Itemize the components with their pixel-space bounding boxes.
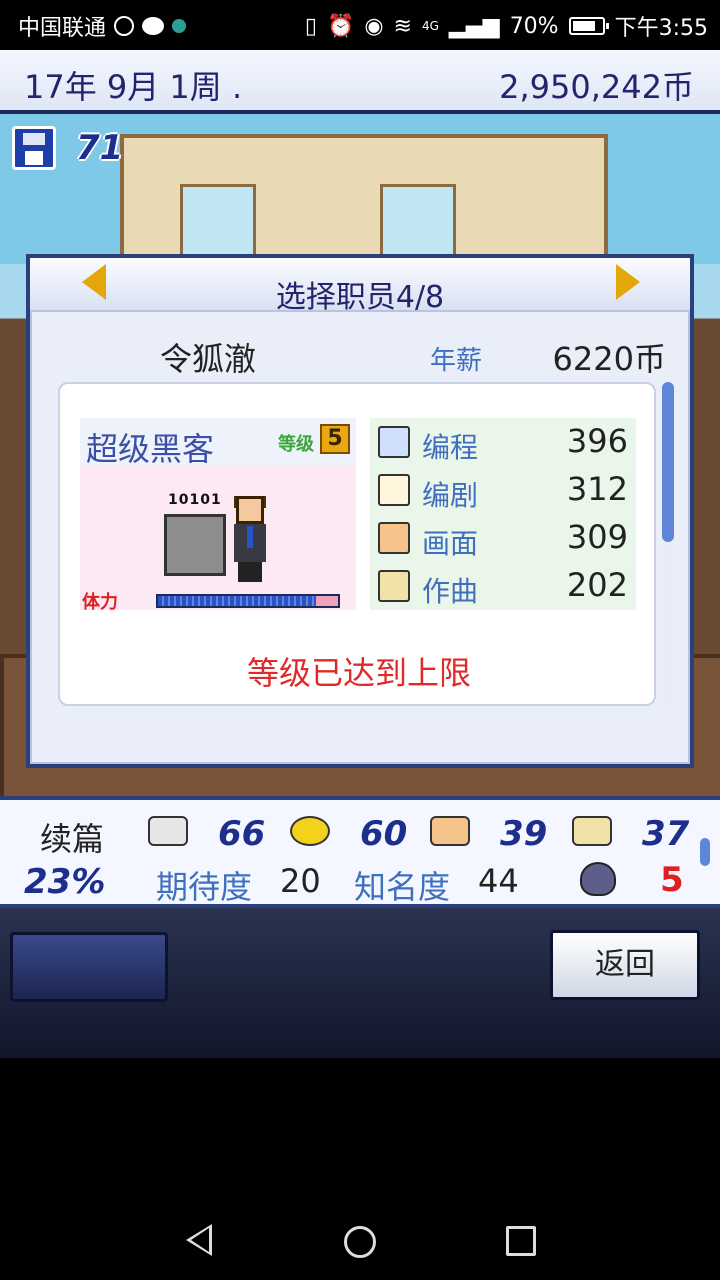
nav-recent-apps-icon[interactable] bbox=[506, 1226, 536, 1256]
stat-row-scenario: 编剧 312 bbox=[370, 466, 636, 514]
salary-value: 6220币 bbox=[552, 340, 666, 378]
stat-label: 画面 bbox=[422, 527, 479, 560]
nav-home-icon[interactable] bbox=[344, 1226, 376, 1258]
fame-value: 44 bbox=[478, 862, 519, 900]
fame-label: 知名度 bbox=[354, 868, 451, 906]
stat-value: 309 bbox=[566, 518, 628, 556]
genre-score-value: 37 bbox=[642, 814, 690, 854]
card-header: 超级黑客 等级 5 bbox=[80, 418, 356, 468]
left-empty-panel bbox=[10, 932, 168, 1002]
sequel-label: 续篇 bbox=[40, 820, 105, 858]
nav-back-icon[interactable] bbox=[186, 1224, 212, 1256]
level-label: 等级 bbox=[278, 434, 314, 455]
alarm-icon: ⏰ bbox=[326, 13, 355, 39]
game-date: 17年 9月 1周 . bbox=[24, 68, 243, 106]
mascot-icon bbox=[580, 862, 616, 896]
gamepad-icon bbox=[148, 816, 188, 846]
genre-score-value: 39 bbox=[500, 814, 548, 854]
app-notification-icon bbox=[172, 19, 187, 33]
stamina-fill bbox=[158, 596, 316, 606]
trumpet-icon bbox=[572, 816, 612, 846]
stat-row-sound: 作曲 202 bbox=[370, 562, 636, 610]
save-icon[interactable] bbox=[12, 126, 56, 170]
info-scroll-thumb[interactable] bbox=[700, 838, 710, 866]
expectation-value: 20 bbox=[280, 862, 321, 900]
max-level-message: 等级已达到上限 bbox=[246, 654, 471, 692]
save-count: 71 bbox=[76, 128, 124, 168]
timer-icon bbox=[114, 16, 135, 36]
vibrate-icon: ▯ bbox=[304, 13, 317, 39]
level-badge: 5 bbox=[320, 424, 350, 454]
wifi-icon: ≋ bbox=[393, 13, 412, 39]
genre-score-value: 60 bbox=[360, 814, 408, 854]
money-counter: 2,950,242币 bbox=[499, 68, 694, 106]
stat-label: 编剧 bbox=[422, 479, 479, 512]
info-scrollbar[interactable] bbox=[698, 804, 712, 904]
dialog-header: 选择职员4/8 bbox=[30, 258, 690, 315]
coin-icon bbox=[290, 816, 330, 846]
expectation-label: 期待度 bbox=[156, 868, 253, 906]
employee-sprite bbox=[230, 496, 270, 582]
scroll-thumb[interactable] bbox=[662, 382, 674, 542]
stat-label: 编程 bbox=[422, 431, 479, 464]
genre-score-value: 66 bbox=[218, 814, 266, 854]
computer-icon bbox=[378, 426, 410, 458]
employee-name: 令狐澈 bbox=[160, 340, 257, 378]
sequel-info-strip: 续篇 23% 66 60 39 37 期待度 20 知名度 44 5 bbox=[0, 796, 720, 908]
system-nav-bar bbox=[0, 1196, 720, 1280]
trumpet-icon bbox=[378, 570, 410, 602]
employee-card: 超级黑客 等级 5 10101 体力 bbox=[80, 418, 356, 613]
binary-text: 10101 bbox=[168, 492, 222, 508]
palette-icon bbox=[378, 522, 410, 554]
network-type: 4G bbox=[421, 19, 439, 33]
stat-row-graphics: 画面 309 bbox=[370, 514, 636, 562]
dialog-scrollbar[interactable] bbox=[662, 382, 674, 706]
carrier-label: 中国联通 bbox=[18, 16, 107, 41]
battery-percent: 70% bbox=[509, 13, 559, 39]
employee-detail-panel[interactable]: 超级黑客 等级 5 10101 体力 编程 396 编剧 312 画面 309 … bbox=[58, 382, 656, 706]
palette-icon bbox=[430, 816, 470, 846]
stamina-label: 体力 bbox=[82, 592, 118, 613]
stat-value: 396 bbox=[566, 422, 628, 460]
signal-icon: ▂▄▆ bbox=[448, 13, 500, 39]
mascot-value: 5 bbox=[660, 860, 684, 900]
game-top-bar: 17年 9月 1周 . 2,950,242币 bbox=[0, 50, 720, 114]
stat-row-programming: 编程 396 bbox=[370, 418, 636, 466]
job-title: 超级黑客 bbox=[86, 430, 215, 468]
stat-label: 作曲 bbox=[422, 575, 479, 608]
stat-value: 202 bbox=[566, 566, 628, 604]
stamina-empty bbox=[316, 596, 338, 606]
salary-label: 年薪 bbox=[430, 346, 483, 376]
stat-value: 312 bbox=[566, 470, 628, 508]
sequel-percent: 23% bbox=[24, 862, 106, 902]
skill-stats: 编程 396 编剧 312 画面 309 作曲 202 bbox=[370, 418, 636, 610]
eye-icon: ◉ bbox=[364, 13, 384, 39]
select-staff-dialog: 选择职员4/8 令狐澈 年薪 6220币 超级黑客 等级 5 10101 体力 bbox=[26, 254, 694, 768]
stamina-bar bbox=[156, 594, 340, 608]
bottom-bar: 返回 bbox=[0, 908, 720, 1058]
computer-desk-icon bbox=[164, 514, 226, 576]
dialog-title: 选择职员4/8 bbox=[275, 280, 445, 315]
chat-bubble-icon bbox=[142, 17, 165, 35]
status-bar: 中国联通 ▯ ⏰ ◉ ≋ 4G ▂▄▆ 70% 下午3:55 bbox=[0, 0, 720, 50]
next-arrow-icon[interactable] bbox=[616, 264, 640, 300]
clock: 下午3:55 bbox=[614, 16, 708, 41]
battery-icon bbox=[568, 17, 609, 35]
back-button[interactable]: 返回 bbox=[550, 930, 700, 1000]
book-pen-icon bbox=[378, 474, 410, 506]
